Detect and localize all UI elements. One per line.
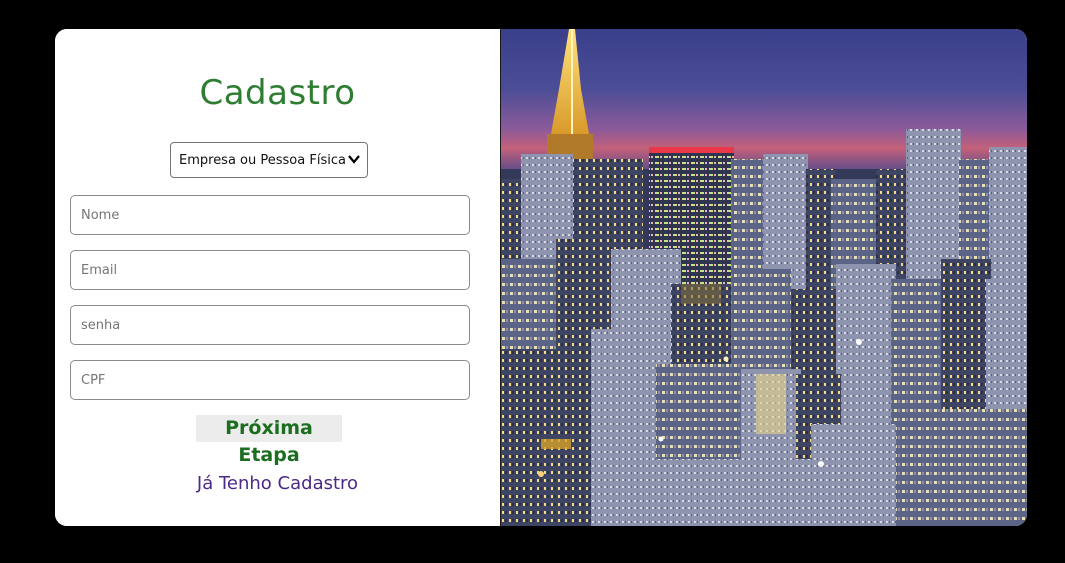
account-type-select[interactable]: Empresa ou Pessoa Física (170, 142, 368, 178)
signup-card: Cadastro Empresa ou Pessoa Física Próxim… (55, 29, 1027, 526)
account-type-selected-value: Empresa ou Pessoa Física (179, 152, 346, 168)
page-title: Cadastro (199, 73, 356, 113)
city-skyline-illustration (501, 29, 1027, 526)
city-skyline-image (501, 29, 1027, 526)
next-step-button[interactable]: Próxima Etapa (196, 415, 342, 466)
already-registered-link[interactable]: Já Tenho Cadastro (55, 473, 500, 494)
chevron-down-icon (348, 155, 360, 164)
password-field[interactable] (70, 305, 470, 345)
name-field[interactable] (70, 195, 470, 235)
cpf-field[interactable] (70, 360, 470, 400)
signup-form-panel: Cadastro Empresa ou Pessoa Física Próxim… (55, 29, 501, 526)
email-field[interactable] (70, 250, 470, 290)
